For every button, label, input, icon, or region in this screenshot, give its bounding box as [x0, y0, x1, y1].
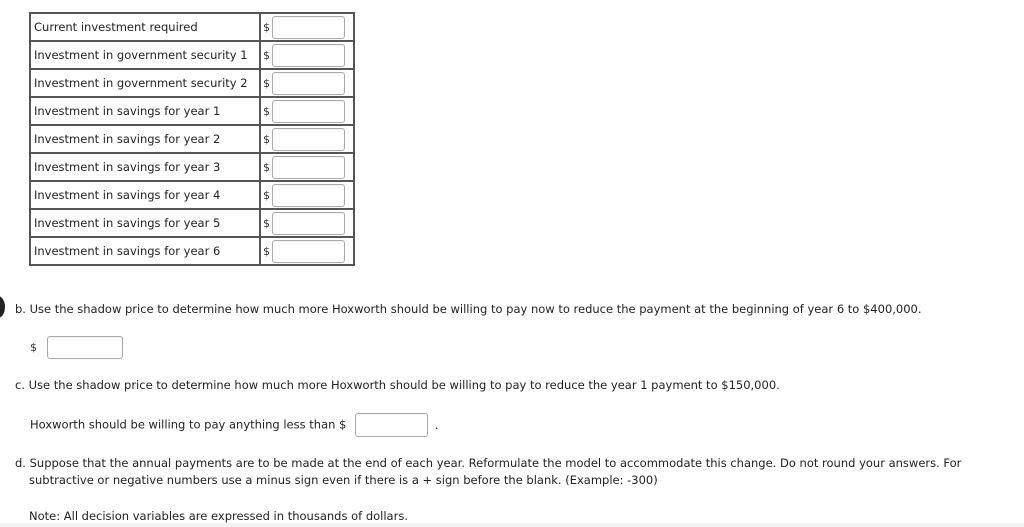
- part-d-question-line2: subtractive or negative numbers use a mi…: [29, 473, 658, 487]
- row-value-input[interactable]: [272, 99, 345, 123]
- row-value-cell: $: [259, 236, 355, 266]
- row-value-input[interactable]: [272, 183, 345, 207]
- currency-symbol: $: [263, 48, 270, 62]
- table-row: Investment in savings for year 4 $: [29, 180, 355, 210]
- table-row: Investment in savings for year 1 $: [29, 96, 355, 126]
- part-d-note: Note: All decision variables are express…: [29, 509, 408, 523]
- row-value-input[interactable]: [272, 211, 345, 235]
- row-value-input[interactable]: [272, 239, 345, 263]
- part-b-answer-input[interactable]: [46, 336, 123, 359]
- row-label: Investment in government security 2: [29, 68, 261, 98]
- row-value-cell: $: [259, 152, 355, 182]
- part-c-answer-prefix: Hoxworth should be willing to pay anythi…: [30, 417, 347, 432]
- currency-symbol: $: [263, 160, 270, 174]
- row-value-input[interactable]: [272, 43, 345, 67]
- currency-symbol: $: [263, 132, 270, 146]
- investment-table: Current investment required $ Investment i…: [29, 12, 355, 266]
- row-value-input[interactable]: [272, 71, 345, 95]
- currency-symbol: $: [263, 216, 270, 230]
- table-row: Investment in savings for year 2 $: [29, 124, 355, 154]
- row-label: Investment in government security 1: [29, 40, 261, 70]
- currency-symbol: $: [30, 341, 37, 354]
- table-row: Investment in government security 1 $: [29, 40, 355, 70]
- table-row: Investment in savings for year 3 $: [29, 152, 355, 182]
- row-value-cell: $: [259, 40, 355, 70]
- currency-symbol: $: [263, 20, 270, 34]
- row-value-cell: $: [259, 124, 355, 154]
- bottom-divider: [0, 523, 1024, 527]
- row-value-input[interactable]: [272, 127, 345, 151]
- table-row: Current investment required $: [29, 12, 355, 42]
- currency-symbol: $: [263, 104, 270, 118]
- currency-symbol: $: [263, 244, 270, 258]
- row-value-cell: $: [259, 12, 355, 42]
- part-c-question: c. Use the shadow price to determine how…: [15, 378, 780, 392]
- row-label: Current investment required: [29, 12, 261, 42]
- currency-symbol: $: [263, 188, 270, 202]
- part-d-question-line1: d. Suppose that the annual payments are …: [15, 456, 962, 470]
- part-c-answer-suffix: .: [434, 417, 439, 432]
- question-marker-icon: [0, 296, 5, 318]
- row-value-cell: $: [259, 96, 355, 126]
- table-row: Investment in government security 2 $: [29, 68, 355, 98]
- part-c-answer-row: Hoxworth should be willing to pay anythi…: [30, 413, 438, 437]
- row-value-input[interactable]: [272, 15, 345, 39]
- row-value-cell: $: [259, 208, 355, 238]
- part-c-answer-input[interactable]: [355, 413, 429, 437]
- part-b-question: b. Use the shadow price to determine how…: [15, 302, 922, 316]
- table-row: Investment in savings for year 6 $: [29, 236, 355, 266]
- row-label: Investment in savings for year 4: [29, 180, 261, 210]
- row-value-cell: $: [259, 180, 355, 210]
- table-row: Investment in savings for year 5 $: [29, 208, 355, 238]
- currency-symbol: $: [263, 76, 270, 90]
- row-value-input[interactable]: [272, 155, 345, 179]
- row-label: Investment in savings for year 1: [29, 96, 261, 126]
- row-label: Investment in savings for year 6: [29, 236, 261, 266]
- row-label: Investment in savings for year 3: [29, 152, 261, 182]
- row-label: Investment in savings for year 5: [29, 208, 261, 238]
- row-label: Investment in savings for year 2: [29, 124, 261, 154]
- row-value-cell: $: [259, 68, 355, 98]
- part-b-answer-row: $: [30, 336, 123, 359]
